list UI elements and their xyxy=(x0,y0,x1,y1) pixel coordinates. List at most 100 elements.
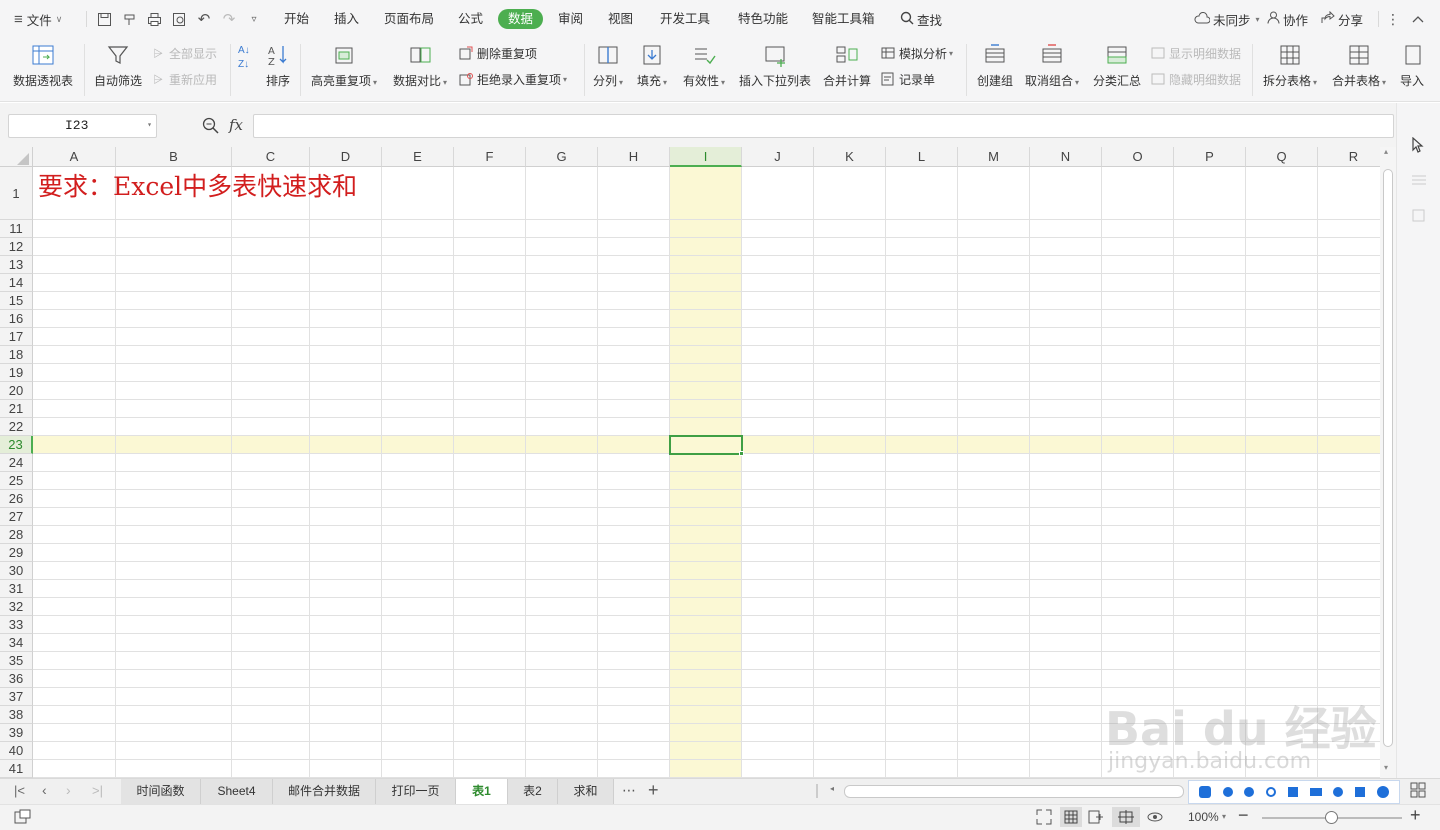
insert-dropdown-list-button[interactable]: 插入下拉列表 xyxy=(736,38,814,98)
autofilter-button[interactable]: 自动筛选 xyxy=(90,38,146,98)
row-header-17[interactable]: 17 xyxy=(0,328,33,346)
scroll-down-icon[interactable]: ▾ xyxy=(1384,763,1388,772)
grid-apps-icon[interactable] xyxy=(1410,782,1426,801)
row-header-22[interactable]: 22 xyxy=(0,418,33,436)
last-sheet-icon[interactable]: >| xyxy=(92,783,103,798)
share-panel-icon[interactable] xyxy=(1411,207,1427,226)
column-header-o[interactable]: O xyxy=(1102,147,1174,167)
reject-duplicates-button[interactable]: 拒绝录入重复项 ▾ xyxy=(458,70,567,88)
row-header-26[interactable]: 26 xyxy=(0,490,33,508)
row-header-33[interactable]: 33 xyxy=(0,616,33,634)
row-header-12[interactable]: 12 xyxy=(0,238,33,256)
row-header-21[interactable]: 21 xyxy=(0,400,33,418)
next-sheet-icon[interactable]: › xyxy=(66,782,71,798)
column-header-j[interactable]: J xyxy=(742,147,814,167)
horizontal-scroll-thumb[interactable] xyxy=(844,785,1184,798)
row-header-39[interactable]: 39 xyxy=(0,724,33,742)
column-header-n[interactable]: N xyxy=(1030,147,1102,167)
name-box[interactable]: I23 ▾ xyxy=(8,114,157,138)
zoom-slider-thumb[interactable] xyxy=(1325,811,1338,824)
row-header-23[interactable]: 23 xyxy=(0,436,33,454)
show-detail-button[interactable]: 显示明细数据 xyxy=(1150,44,1241,62)
insert-function-button[interactable]: fx xyxy=(229,116,243,134)
sheet-tab-sheet4[interactable]: Sheet4 xyxy=(201,779,273,804)
collab-button[interactable]: 协作 xyxy=(1267,9,1308,29)
fullscreen-icon[interactable] xyxy=(1036,809,1052,828)
row-header-13[interactable]: 13 xyxy=(0,256,33,274)
sheet-tab-table2[interactable]: 表2 xyxy=(508,779,558,804)
add-sheet-button[interactable]: + xyxy=(648,780,659,801)
column-header-p[interactable]: P xyxy=(1174,147,1246,167)
row-header-27[interactable]: 27 xyxy=(0,508,33,526)
print-preview-icon[interactable] xyxy=(170,10,188,28)
show-all-button[interactable]: ⩥ 全部显示 xyxy=(150,44,217,62)
column-header-f[interactable]: F xyxy=(454,147,526,167)
zoom-out-button[interactable]: − xyxy=(1238,805,1249,826)
scroll-left-icon[interactable]: ◂ xyxy=(830,784,834,793)
ime-skin-icon[interactable] xyxy=(1355,787,1366,797)
column-header-a[interactable]: A xyxy=(33,147,116,167)
sheet-tab-print-page[interactable]: 打印一页 xyxy=(376,779,456,804)
more-icon[interactable]: ⋮ xyxy=(1384,10,1402,28)
sort-asc-desc-icons[interactable]: A↓ Z↓ xyxy=(238,44,256,94)
save-icon[interactable] xyxy=(95,10,113,28)
customize-toolbar-icon[interactable]: ▿ xyxy=(245,10,263,28)
sheet-tab-mail-merge[interactable]: 邮件合并数据 xyxy=(273,779,376,804)
split-column-button[interactable]: 分列 ▾ xyxy=(590,38,626,98)
row-header-16[interactable]: 16 xyxy=(0,310,33,328)
collapse-ribbon-icon[interactable] xyxy=(1409,10,1427,28)
scroll-up-icon[interactable]: ▴ xyxy=(1384,147,1388,156)
first-sheet-icon[interactable]: |< xyxy=(14,783,25,798)
tab-data[interactable]: 数据 xyxy=(498,9,544,29)
ime-punct-icon[interactable] xyxy=(1244,787,1255,797)
select-all-corner[interactable] xyxy=(0,147,33,167)
tab-page-layout[interactable]: 页面布局 xyxy=(384,9,434,29)
column-header-m[interactable]: M xyxy=(958,147,1030,167)
split-table-button[interactable]: 拆分表格 ▾ xyxy=(1258,38,1322,98)
column-header-i[interactable]: I xyxy=(670,147,742,167)
merge-table-button[interactable]: 合并表格 ▾ xyxy=(1328,38,1390,98)
row-header-19[interactable]: 19 xyxy=(0,364,33,382)
ime-tools-icon[interactable] xyxy=(1287,787,1298,797)
tab-developer[interactable]: 开发工具 xyxy=(660,9,710,29)
zoom-in-button[interactable]: + xyxy=(1410,805,1421,826)
highlight-duplicates-button[interactable]: 高亮重复项 ▾ xyxy=(308,38,380,98)
subtotal-button[interactable]: 分类汇总 xyxy=(1090,38,1144,98)
row-header-40[interactable]: 40 xyxy=(0,742,33,760)
formula-input[interactable] xyxy=(253,114,1394,138)
prev-sheet-icon[interactable]: ‹ xyxy=(42,782,47,798)
row-header-25[interactable]: 25 xyxy=(0,472,33,490)
import-button[interactable]: 导入 xyxy=(1396,38,1428,98)
sheet-tab-time-functions[interactable]: 时间函数 xyxy=(121,779,201,804)
chevron-down-icon[interactable]: ▾ xyxy=(1222,812,1226,821)
tab-features[interactable]: 特色功能 xyxy=(738,9,788,29)
reading-mode-icon[interactable] xyxy=(1112,807,1140,827)
row-header-38[interactable]: 38 xyxy=(0,706,33,724)
row-header-18[interactable]: 18 xyxy=(0,346,33,364)
row-header-31[interactable]: 31 xyxy=(0,580,33,598)
data-compare-button[interactable]: 数据对比 ▾ xyxy=(388,38,452,98)
tab-formula[interactable]: 公式 xyxy=(458,9,483,29)
row-header-30[interactable]: 30 xyxy=(0,562,33,580)
ime-keyboard-icon[interactable] xyxy=(1309,788,1322,796)
row-header-15[interactable]: 15 xyxy=(0,292,33,310)
more-sheets-button[interactable]: ⋯ xyxy=(622,782,636,799)
ime-toolbar[interactable] xyxy=(1188,780,1400,804)
tab-view[interactable]: 视图 xyxy=(608,9,633,29)
page-break-view-icon[interactable] xyxy=(1088,809,1104,828)
row-header-29[interactable]: 29 xyxy=(0,544,33,562)
share-button[interactable]: 分享 xyxy=(1321,9,1363,29)
split-handle[interactable] xyxy=(816,784,818,798)
tab-insert[interactable]: 插入 xyxy=(334,9,359,29)
column-header-h[interactable]: H xyxy=(598,147,670,167)
print-icon[interactable] xyxy=(145,10,163,28)
ime-settings-icon[interactable] xyxy=(1377,786,1389,798)
ime-user-icon[interactable] xyxy=(1333,787,1344,797)
column-header-l[interactable]: L xyxy=(886,147,958,167)
vertical-scrollbar[interactable]: ▴ ▾ xyxy=(1380,147,1396,778)
row-header-28[interactable]: 28 xyxy=(0,526,33,544)
normal-view-icon[interactable] xyxy=(1060,807,1082,827)
fill-handle[interactable] xyxy=(739,451,744,456)
row-header-32[interactable]: 32 xyxy=(0,598,33,616)
validity-button[interactable]: 有效性 ▾ xyxy=(680,38,728,98)
